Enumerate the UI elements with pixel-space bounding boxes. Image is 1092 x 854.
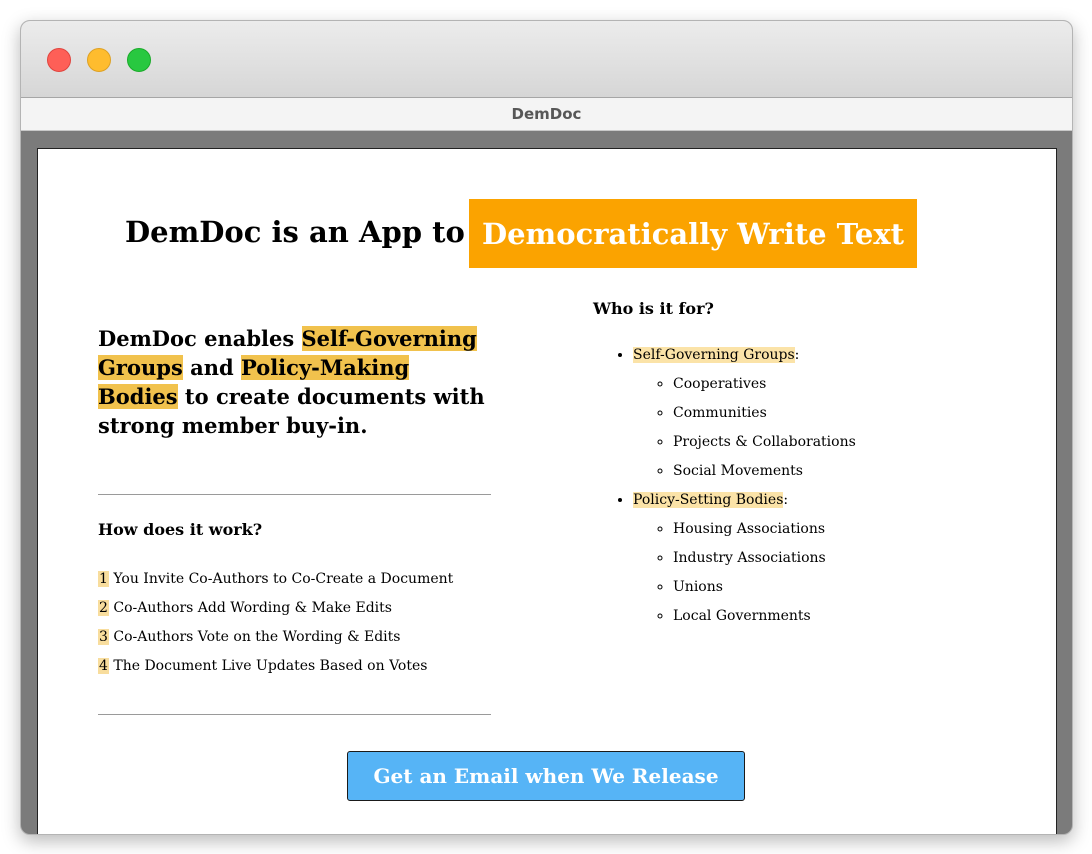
step-item: 3 Co-Authors Vote on the Wording & Edits <box>98 623 453 652</box>
tagline-text: DemDoc enables <box>98 326 302 351</box>
hero-text: DemDoc is an App to <box>125 215 465 249</box>
audience-item: Local Governments <box>673 602 1013 631</box>
divider-top <box>98 494 491 495</box>
divider-bottom <box>98 714 491 715</box>
audience-item: Housing Associations <box>673 515 1013 544</box>
step-number: 3 <box>98 629 109 645</box>
hero: DemDoc is an App to Democratically Write… <box>38 199 1056 269</box>
audience-group: Policy-Setting Bodies: Housing Associati… <box>633 486 1013 631</box>
window-title: DemDoc <box>511 105 582 123</box>
audience-group-label: Self-Governing Groups <box>633 347 795 363</box>
who-heading: Who is it for? <box>593 299 714 318</box>
right-column: Who is it for? Self-Governing Groups: Co… <box>593 299 1013 631</box>
zoom-window-button[interactable] <box>127 48 151 72</box>
step-text: The Document Live Updates Based on Votes <box>108 658 428 674</box>
tagline-text: and <box>182 355 241 380</box>
app-window: DemDoc DemDoc is an App to Democraticall… <box>20 20 1073 835</box>
audience-item: Unions <box>673 573 1013 602</box>
step-item: 1 You Invite Co-Authors to Co-Create a D… <box>98 565 453 594</box>
audience-group-label: Policy-Setting Bodies <box>633 492 784 508</box>
step-number: 1 <box>98 571 109 587</box>
tagline: DemDoc enables Self-Governing Groups and… <box>98 324 491 440</box>
step-item: 4 The Document Live Updates Based on Vot… <box>98 652 453 681</box>
how-heading: How does it work? <box>98 520 263 539</box>
step-text: Co-Authors Vote on the Wording & Edits <box>108 629 401 645</box>
step-text: Co-Authors Add Wording & Make Edits <box>108 600 392 616</box>
left-column: DemDoc enables Self-Governing Groups and… <box>98 324 491 715</box>
minimize-window-button[interactable] <box>87 48 111 72</box>
step-text: You Invite Co-Authors to Co-Create a Doc… <box>108 571 454 587</box>
audience-item: Cooperatives <box>673 370 1013 399</box>
hero-highlight: Democratically Write Text <box>469 199 917 268</box>
audience-item: Social Movements <box>673 457 1013 486</box>
audience-item: Communities <box>673 399 1013 428</box>
email-signup-button[interactable]: Get an Email when We Release <box>347 751 745 801</box>
audience-list: Self-Governing Groups: Cooperatives Comm… <box>593 341 1013 631</box>
close-window-button[interactable] <box>47 48 71 72</box>
tab-bar: DemDoc <box>21 98 1072 131</box>
page-content: DemDoc is an App to Democratically Write… <box>37 148 1057 834</box>
title-bar <box>21 21 1072 98</box>
audience-item: Industry Associations <box>673 544 1013 573</box>
audience-item: Projects & Collaborations <box>673 428 1013 457</box>
audience-group: Self-Governing Groups: Cooperatives Comm… <box>633 341 1013 486</box>
step-number: 2 <box>98 600 109 616</box>
step-number: 4 <box>98 658 109 674</box>
steps-list: 1 You Invite Co-Authors to Co-Create a D… <box>98 565 453 681</box>
step-item: 2 Co-Authors Add Wording & Make Edits <box>98 594 453 623</box>
